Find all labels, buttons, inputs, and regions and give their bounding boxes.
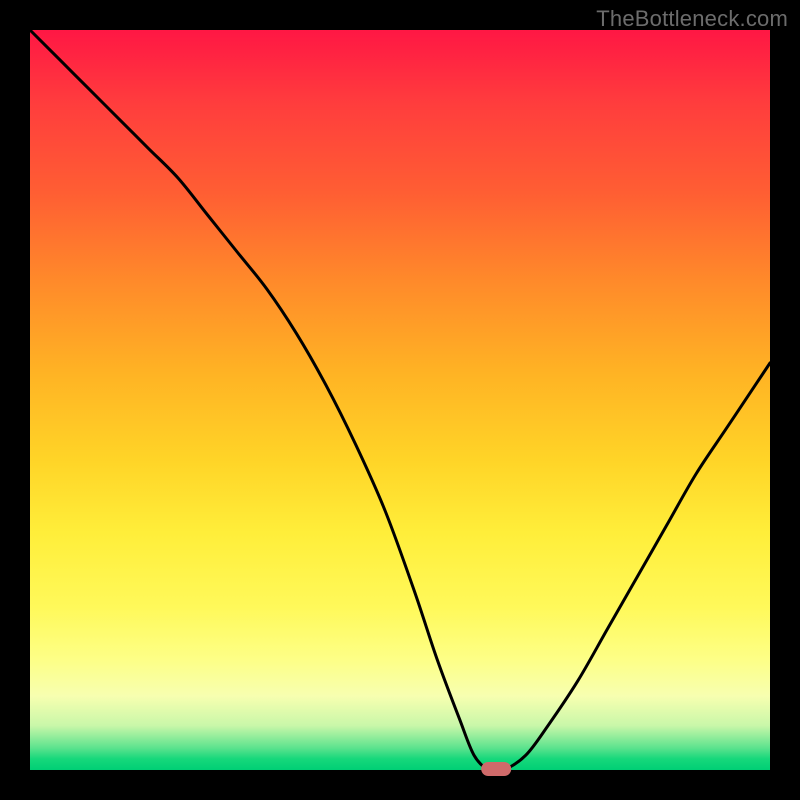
plot-gradient-area (30, 30, 770, 770)
watermark-text: TheBottleneck.com (596, 6, 788, 32)
bottleneck-curve-svg (30, 30, 770, 770)
bottleneck-curve-path (30, 30, 770, 772)
minimum-marker (481, 762, 511, 776)
chart-frame: TheBottleneck.com (0, 0, 800, 800)
